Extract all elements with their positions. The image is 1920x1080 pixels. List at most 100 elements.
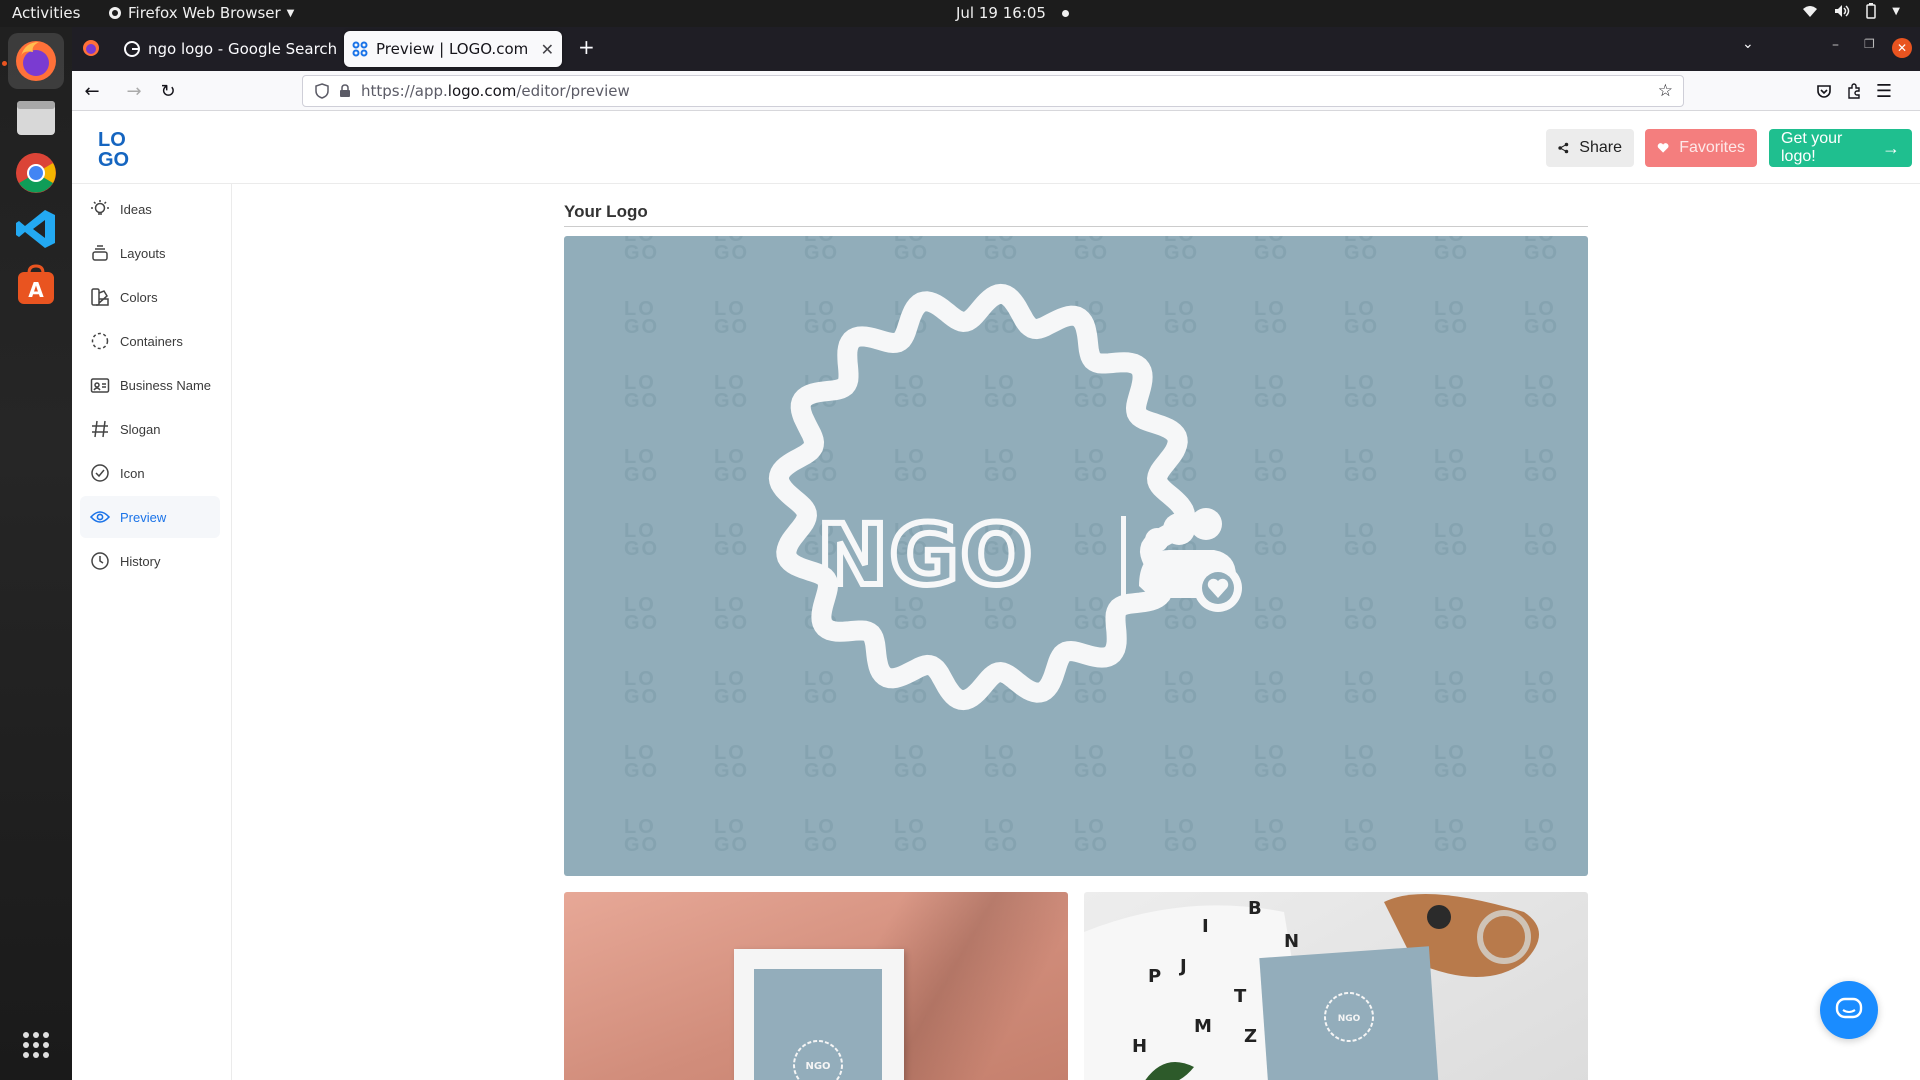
close-tab-icon[interactable]: ✕	[541, 40, 554, 59]
clock-icon	[91, 552, 109, 570]
share-button[interactable]: Share	[1546, 129, 1634, 167]
web-page: LO GO Share Favorites Get your logo! → I…	[72, 112, 1920, 1080]
mockup-stationery-photo: B I N P T M Z H J NGO	[1084, 892, 1588, 1080]
caret-down-icon: ▼	[1892, 5, 1900, 17]
sidebar-item-label: Layouts	[120, 245, 166, 261]
back-button[interactable]: ←	[80, 79, 104, 103]
volume-icon	[1835, 5, 1850, 17]
url-bar[interactable]: https://app.logo.com/editor/preview ☆	[302, 75, 1684, 107]
sidebar-item-slogan[interactable]: Slogan	[80, 408, 220, 450]
pocket-icon	[1817, 85, 1831, 98]
notification-dot-icon	[1061, 9, 1069, 17]
sidebar-item-label: History	[120, 553, 161, 569]
minimize-button[interactable]: –	[1832, 37, 1839, 53]
favorites-button[interactable]: Favorites	[1645, 129, 1757, 167]
bookmark-star-icon[interactable]: ☆	[1658, 81, 1673, 101]
logo-com-logo[interactable]: LO GO	[98, 128, 134, 168]
activities-button[interactable]: Activities	[12, 4, 80, 22]
files-icon	[17, 101, 55, 135]
close-window-button[interactable]: ✕	[1892, 38, 1912, 58]
get-your-logo-button[interactable]: Get your logo! →	[1769, 129, 1912, 167]
get-logo-label: Get your logo!	[1781, 130, 1843, 165]
shield-icon	[315, 83, 329, 99]
logo-com-icon	[352, 41, 368, 57]
sidebar-item-colors[interactable]: Colors	[80, 276, 220, 318]
nav-bar: ← → ↻ https://app.logo.com/editor/previe…	[72, 71, 1920, 111]
menu-button[interactable]: ☰	[1872, 79, 1896, 103]
divider-bar	[1121, 516, 1126, 598]
lock-icon	[340, 84, 350, 97]
svg-text:J: J	[1178, 956, 1187, 977]
hashtag-icon	[92, 420, 108, 438]
sidebar-item-label: Slogan	[120, 421, 161, 437]
sidebar-item-layouts[interactable]: Layouts	[80, 232, 220, 274]
caret-down-icon: ▼	[286, 7, 295, 19]
picture-frame: NGO	[734, 949, 904, 1080]
list-tabs-button[interactable]: ⌄	[1742, 36, 1754, 52]
reload-button[interactable]: ↻	[156, 79, 180, 103]
lightbulb-icon	[91, 200, 109, 215]
vscode-icon	[16, 210, 55, 248]
dock: A	[0, 27, 72, 1080]
share-icon	[1558, 142, 1569, 154]
layers-icon	[92, 245, 108, 261]
extensions-button[interactable]	[1842, 79, 1866, 103]
app-store-icon: A	[18, 264, 54, 304]
logo-text: LO	[98, 129, 126, 151]
sidebar-item-ideas[interactable]: Ideas	[80, 188, 220, 230]
reload-icon: ↻	[160, 80, 176, 102]
clock-label: Jul 19 16:05	[956, 4, 1046, 22]
show-apps-button[interactable]	[8, 1017, 64, 1073]
mockup-frame-photo: NGO	[564, 892, 1068, 1080]
dock-firefox[interactable]	[8, 33, 64, 89]
mini-logo-text: NGO	[1338, 1014, 1361, 1024]
maximize-button[interactable]: ❐	[1864, 37, 1875, 51]
mini-logo-icon: NGO	[793, 1040, 843, 1080]
running-indicator	[2, 61, 7, 66]
svg-text:GO: GO	[98, 149, 129, 168]
firefox-view-button[interactable]	[82, 39, 100, 61]
dock-chrome[interactable]	[8, 145, 64, 201]
firefox-view-icon	[83, 40, 99, 56]
sidebar-item-business-name[interactable]: Business Name	[80, 364, 220, 406]
arrow-left-icon: ←	[84, 80, 100, 102]
sidebar-item-label: Containers	[120, 333, 183, 349]
sidebar-item-containers[interactable]: Containers	[80, 320, 220, 362]
dock-files[interactable]	[8, 89, 64, 145]
system-tray[interactable]: ▼	[1802, 3, 1900, 19]
sidebar-item-label: Preview	[120, 509, 167, 525]
firefox-icon	[16, 41, 56, 81]
puzzle-icon	[1848, 83, 1860, 99]
section-title: Your Logo	[564, 202, 648, 221]
sidebar-item-history[interactable]: History	[80, 540, 220, 582]
sidebar-item-label: Ideas	[120, 201, 152, 217]
container-icon	[91, 332, 109, 350]
heart-icon	[1657, 143, 1669, 153]
arrow-right-icon: →	[126, 80, 142, 102]
clock[interactable]: Jul 19 16:05	[956, 4, 1069, 22]
tab-preview-logo[interactable]: Preview | LOGO.com ✕	[344, 31, 562, 67]
plus-icon: +	[578, 35, 595, 59]
section-divider	[564, 226, 1588, 227]
dock-software[interactable]: A	[8, 257, 64, 313]
google-icon	[124, 41, 140, 57]
sidebar-item-preview[interactable]: Preview	[80, 496, 220, 538]
wifi-icon	[1803, 6, 1818, 17]
app-menu[interactable]: Firefox Web Browser ▼	[108, 4, 294, 22]
id-card-icon	[90, 378, 110, 393]
editor-sidebar: Ideas Layouts Colors Containers Business…	[72, 184, 232, 1080]
chat-support-button[interactable]	[1820, 981, 1878, 1039]
svg-text:N: N	[1284, 931, 1299, 952]
ngo-logo: NGO	[768, 283, 1242, 711]
tab-bar: ngo logo - Google Search ✕ Preview | LOG…	[72, 27, 1920, 71]
pocket-button[interactable]	[1812, 79, 1836, 103]
mini-logo-text: NGO	[805, 1061, 830, 1072]
new-tab-button[interactable]: +	[578, 35, 595, 59]
url-path: /editor/preview	[516, 82, 630, 100]
forward-button[interactable]: →	[122, 79, 146, 103]
dock-vscode[interactable]	[8, 201, 64, 257]
wavy-ring-container	[768, 283, 1196, 711]
sidebar-item-icon[interactable]: Icon	[80, 452, 220, 494]
svg-text:Z: Z	[1244, 1026, 1257, 1047]
favorites-label: Favorites	[1679, 139, 1745, 156]
